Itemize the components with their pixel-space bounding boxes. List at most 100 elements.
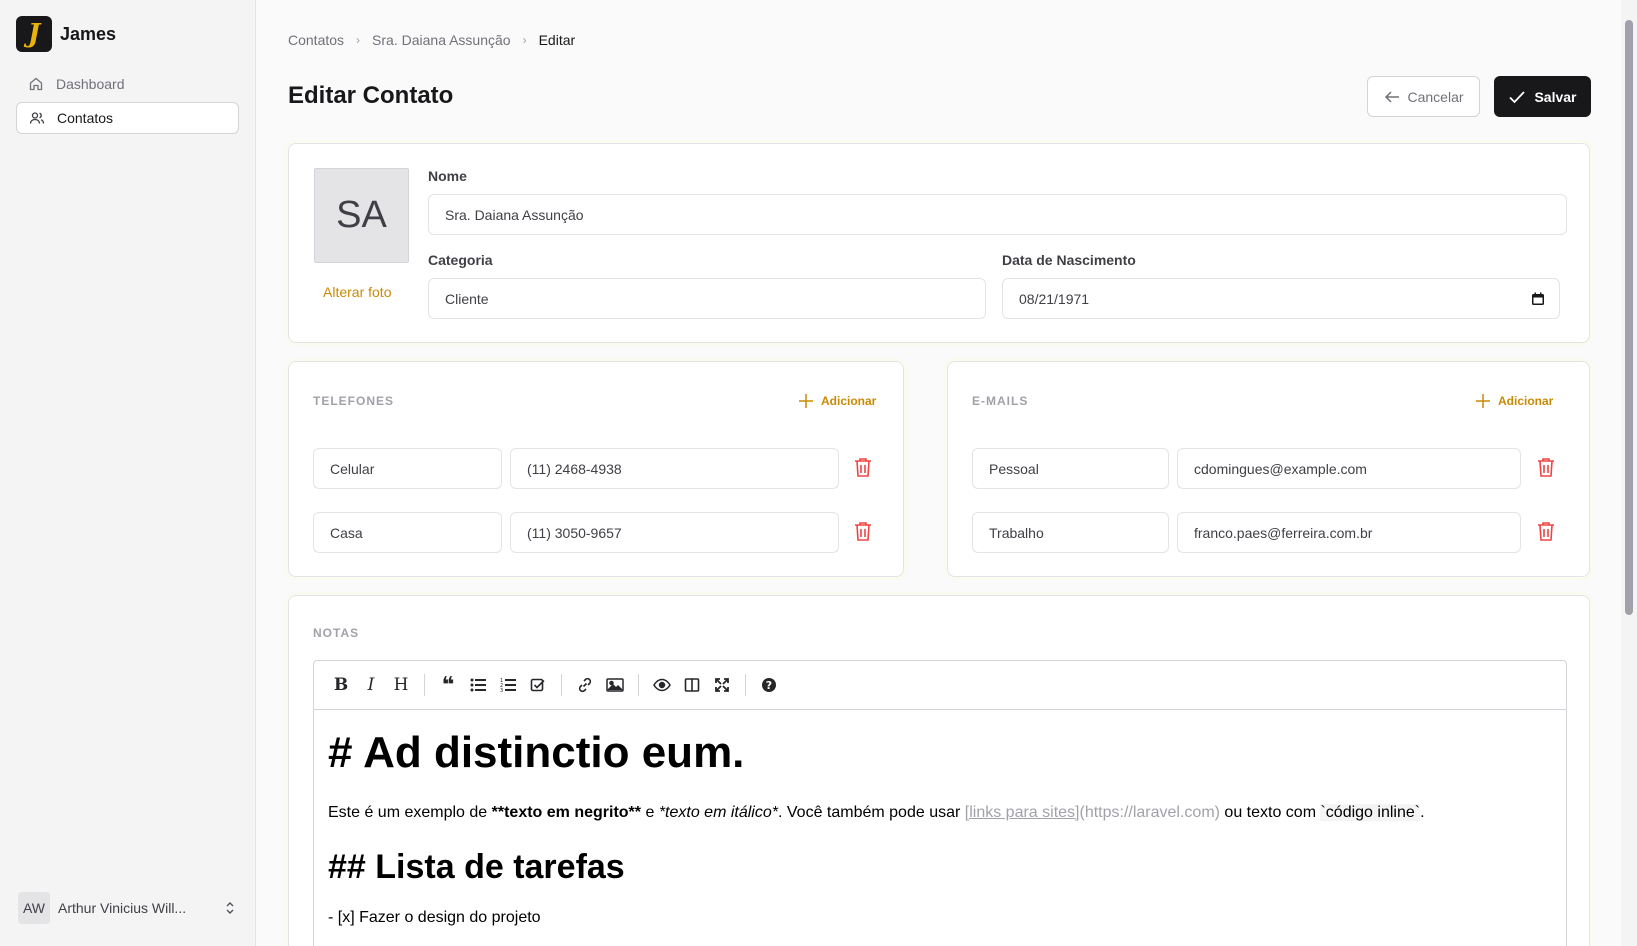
task-item: - [x] Fazer o design do projeto: [328, 909, 541, 926]
email-type-field[interactable]: Trabalho: [972, 512, 1169, 553]
notes-paragraph: Este é um exemplo de **texto em negrito*…: [328, 800, 1552, 826]
check-icon: [1509, 90, 1526, 103]
phones-card: TELEFONES Adicionar Celular (11) 2468-49…: [288, 361, 904, 577]
sidebar: J James Dashboard Contatos AW Arthur Vin…: [0, 0, 256, 946]
app-name: James: [60, 23, 117, 44]
name-field[interactable]: Sra. Daiana Assunção: [428, 194, 1567, 235]
phones-title: TELEFONES: [313, 394, 395, 408]
notes-title: NOTAS: [313, 626, 360, 640]
side-by-side-icon[interactable]: [679, 672, 705, 698]
italic-icon[interactable]: I: [358, 672, 384, 698]
cancel-label: Cancelar: [1407, 88, 1464, 105]
svg-text:3: 3: [500, 688, 503, 693]
avatar: AW: [18, 892, 50, 924]
text-run: e: [641, 804, 659, 821]
fullscreen-icon[interactable]: [709, 672, 735, 698]
notes-subheading: ## Lista de tarefas: [328, 848, 625, 886]
editor-content[interactable]: # Ad distinctio eum. Este é um exemplo d…: [314, 710, 1566, 941]
breadcrumb: Contatos › Sra. Daiana Assunção › Editar: [288, 32, 575, 48]
chevron-right-icon: ›: [356, 33, 361, 47]
add-email-button[interactable]: Adicionar: [1474, 392, 1553, 410]
phone-number-field[interactable]: (11) 2468-4938: [510, 448, 839, 489]
calendar-icon[interactable]: [1531, 292, 1545, 306]
trash-icon[interactable]: [853, 520, 873, 542]
birthdate-label: Data de Nascimento: [1002, 252, 1136, 268]
italic-text: *texto em itálico*: [658, 804, 778, 821]
emails-title: E-MAILS: [972, 394, 1029, 408]
heading-icon[interactable]: H: [388, 672, 414, 698]
svg-text:?: ?: [766, 679, 772, 692]
breadcrumb-current: Editar: [538, 32, 576, 48]
text-run: .: [1420, 804, 1425, 821]
change-photo-link[interactable]: Alterar foto: [323, 284, 391, 300]
inline-code: `código inline`: [1320, 804, 1421, 821]
add-phone-label: Adicionar: [821, 394, 877, 408]
breadcrumb-contatos[interactable]: Contatos: [288, 32, 344, 48]
sidebar-item-label: Contatos: [57, 110, 114, 126]
quote-icon[interactable]: ❝: [435, 672, 461, 698]
birthdate-value: 08/21/1971: [1019, 290, 1090, 307]
plus-icon: [799, 394, 813, 408]
app-logo: J: [16, 16, 52, 52]
phone-number-field[interactable]: (11) 3050-9657: [510, 512, 839, 553]
link-icon[interactable]: [572, 672, 598, 698]
preview-icon[interactable]: [649, 672, 675, 698]
home-icon: [29, 77, 43, 91]
text-run: ou texto com: [1219, 804, 1321, 821]
email-address-field[interactable]: franco.paes@ferreira.com.br: [1177, 512, 1521, 553]
markdown-editor: B I H ❝ 123 ? # Ad distinctio eum. Este …: [313, 660, 1567, 946]
brand[interactable]: J James: [16, 16, 116, 52]
emails-card: E-MAILS Adicionar Pessoal cdomingues@exa…: [947, 361, 1590, 577]
sidebar-item-dashboard[interactable]: Dashboard: [16, 68, 239, 100]
name-label: Nome: [428, 168, 467, 184]
breadcrumb-contact[interactable]: Sra. Daiana Assunção: [372, 32, 511, 48]
category-field[interactable]: Cliente: [428, 278, 986, 319]
contact-avatar: SA: [314, 168, 409, 263]
add-phone-button[interactable]: Adicionar: [797, 392, 876, 410]
notes-card: NOTAS B I H ❝ 123 ? # Ad distinctio eum.…: [288, 595, 1590, 946]
user-menu[interactable]: AW Arthur Vinicius Will...: [18, 892, 238, 924]
editor-toolbar: B I H ❝ 123 ?: [314, 661, 1566, 710]
checklist-icon[interactable]: [525, 672, 551, 698]
email-type-field[interactable]: Pessoal: [972, 448, 1169, 489]
bold-icon[interactable]: B: [328, 672, 354, 698]
toolbar-divider: [561, 674, 562, 696]
notes-heading: # Ad distinctio eum.: [328, 728, 745, 777]
profile-card: SA Alterar foto Nome Sra. Daiana Assunçã…: [288, 143, 1590, 343]
toolbar-divider: [424, 674, 425, 696]
text-run: . Você também pode usar: [777, 804, 965, 821]
toolbar-divider: [745, 674, 746, 696]
user-name: Arthur Vinicius Will...: [58, 900, 187, 916]
page-title: Editar Contato: [288, 82, 454, 109]
save-button[interactable]: Salvar: [1494, 76, 1591, 117]
users-icon: [29, 112, 45, 124]
link-text: [links para sites]: [964, 804, 1080, 821]
phone-type-field[interactable]: Casa: [313, 512, 502, 553]
plus-icon: [1476, 394, 1490, 408]
unordered-list-icon[interactable]: [465, 672, 491, 698]
trash-icon[interactable]: [853, 456, 873, 478]
chevron-up-down-icon: [226, 902, 234, 914]
bold-text: **texto em negrito**: [491, 804, 642, 821]
phone-type-field[interactable]: Celular: [313, 448, 502, 489]
scrollbar-thumb[interactable]: [1625, 20, 1633, 615]
trash-icon[interactable]: [1536, 520, 1556, 542]
sidebar-nav: Dashboard Contatos: [16, 68, 239, 136]
chevron-right-icon: ›: [522, 33, 527, 47]
help-icon[interactable]: ?: [756, 672, 782, 698]
text-run: Este é um exemplo de: [328, 804, 492, 821]
email-address-field[interactable]: cdomingues@example.com: [1177, 448, 1521, 489]
add-email-label: Adicionar: [1498, 394, 1554, 408]
page-scrollbar[interactable]: [1621, 0, 1637, 946]
main-content: Contatos › Sra. Daiana Assunção › Editar…: [257, 0, 1621, 946]
cancel-button[interactable]: Cancelar: [1367, 76, 1480, 117]
sidebar-item-label: Dashboard: [56, 76, 125, 92]
birthdate-field[interactable]: 08/21/1971: [1002, 278, 1560, 319]
trash-icon[interactable]: [1536, 456, 1556, 478]
image-icon[interactable]: [602, 672, 628, 698]
ordered-list-icon[interactable]: 123: [495, 672, 521, 698]
save-label: Salvar: [1534, 88, 1577, 105]
sidebar-item-contatos[interactable]: Contatos: [16, 102, 239, 134]
arrow-left-icon: [1385, 90, 1400, 103]
category-label: Categoria: [428, 252, 493, 268]
